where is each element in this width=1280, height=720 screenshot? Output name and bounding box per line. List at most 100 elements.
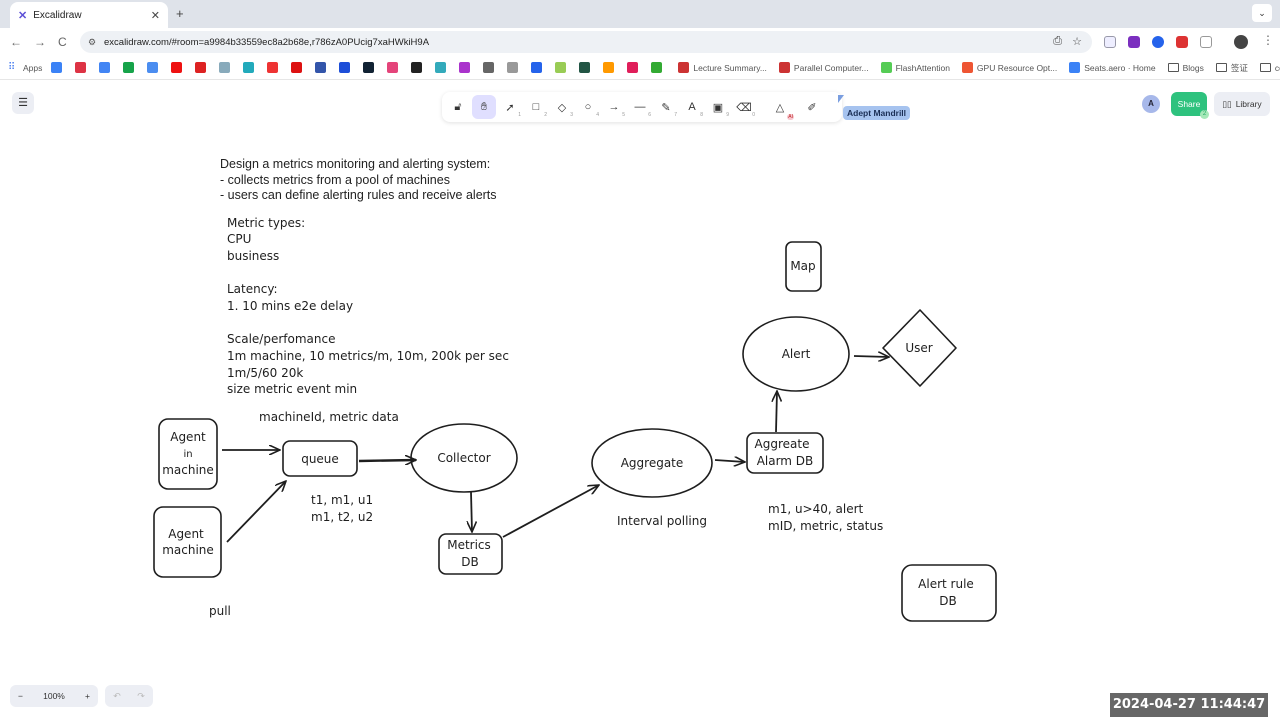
undo-button[interactable]: ↶ bbox=[113, 691, 121, 702]
bookmark-item[interactable]: Blogs bbox=[1167, 63, 1204, 73]
bookmark-item[interactable]: Lecture Summary... bbox=[678, 62, 767, 73]
browser-menu-icon[interactable]: ⋮ bbox=[1262, 33, 1274, 47]
bookmark-item[interactable]: Seats.aero · Home bbox=[1069, 62, 1156, 73]
zoom-out-button[interactable]: − bbox=[18, 691, 23, 701]
aggregate-alarm-db-node[interactable]: Aggreate Alarm DB bbox=[746, 432, 824, 474]
bookmark-item[interactable] bbox=[627, 62, 642, 73]
url-field[interactable]: ⚙ excalidraw.com/#room=a9984b33559ec8a2b… bbox=[80, 31, 1092, 53]
bookmark-item[interactable] bbox=[579, 62, 594, 73]
map-node[interactable]: Map bbox=[785, 241, 822, 292]
url-text: excalidraw.com/#room=a9984b33559ec8a2b68… bbox=[104, 36, 430, 48]
bookmark-item[interactable] bbox=[483, 62, 498, 73]
alarm-data-label[interactable]: m1, u>40, alert bbox=[768, 502, 864, 516]
bookmark-item[interactable] bbox=[603, 62, 618, 73]
pull-label[interactable]: pull bbox=[209, 604, 231, 618]
bookmark-item[interactable] bbox=[291, 62, 306, 73]
redo-button[interactable]: ↷ bbox=[137, 691, 145, 702]
collector-node[interactable]: Collector bbox=[410, 423, 518, 493]
user-node[interactable]: User bbox=[882, 309, 957, 387]
alert-rule-db-node[interactable]: Alert rule DB bbox=[901, 564, 997, 622]
bookmark-item[interactable]: 签证 bbox=[1215, 62, 1248, 74]
tab-search-button[interactable]: ⌄ bbox=[1252, 4, 1272, 22]
bookmark-item[interactable]: FlashAttention bbox=[880, 62, 950, 73]
bookmark-item[interactable] bbox=[315, 62, 330, 73]
aggregate-node[interactable]: Aggregate bbox=[591, 428, 713, 498]
zoom-level[interactable]: 100% bbox=[43, 691, 65, 701]
bookmark-favicon-icon bbox=[99, 62, 111, 73]
zoom-in-button[interactable]: + bbox=[85, 691, 90, 701]
bookmarks-bar: ⠿ Apps Lecture Summary... Parallel Computer… bbox=[0, 56, 1280, 80]
alert-node[interactable]: Alert bbox=[742, 316, 850, 392]
back-button[interactable]: ← bbox=[10, 35, 22, 49]
forward-button[interactable]: → bbox=[34, 35, 46, 49]
queue-node[interactable]: queue bbox=[282, 440, 358, 477]
history-controls: ↶ ↷ bbox=[105, 685, 153, 707]
agent-machine-node[interactable]: Agent machine bbox=[153, 506, 222, 578]
profile-avatar[interactable] bbox=[1234, 35, 1248, 49]
bookmark-item[interactable] bbox=[387, 62, 402, 73]
bookmark-item[interactable]: Parallel Computer... bbox=[778, 62, 869, 73]
extension-icon[interactable] bbox=[1128, 36, 1140, 48]
bookmark-favicon-icon bbox=[51, 62, 63, 73]
new-tab-button[interactable]: + bbox=[176, 6, 184, 21]
alarm-data-label[interactable]: mID, metric, status bbox=[768, 519, 883, 533]
arrow-aggregate-to-alarm-db[interactable] bbox=[714, 460, 745, 462]
arrow-alarm-db-to-alert[interactable] bbox=[776, 391, 777, 433]
bookmark-item[interactable] bbox=[195, 62, 210, 73]
bookmark-item[interactable] bbox=[75, 62, 90, 73]
bookmark-label: Parallel Computer... bbox=[793, 62, 869, 73]
node-label: machine bbox=[162, 543, 214, 557]
extension-icon[interactable] bbox=[1176, 36, 1188, 48]
site-settings-icon[interactable]: ⚙ bbox=[88, 37, 96, 48]
queue-data-label[interactable]: t1, m1, u1 bbox=[311, 493, 373, 507]
browser-tab[interactable]: ✕ Excalidraw ✕ bbox=[10, 2, 168, 28]
bookmark-item[interactable] bbox=[243, 62, 258, 73]
metrics-db-node[interactable]: Metrics DB bbox=[438, 533, 503, 575]
dropbox-extension-icon[interactable] bbox=[1104, 36, 1116, 48]
queue-data-label[interactable]: m1, t2, u2 bbox=[311, 510, 373, 524]
note-line: CPU bbox=[227, 232, 251, 246]
notes-block[interactable]: Metric types: CPU business Latency: 1. 1… bbox=[227, 216, 509, 396]
interval-polling-label[interactable]: Interval polling bbox=[617, 514, 707, 528]
bookmark-item[interactable] bbox=[171, 62, 186, 73]
node-label: Aggregate bbox=[621, 456, 684, 470]
bookmark-favicon-icon bbox=[387, 62, 399, 73]
bookmark-item[interactable] bbox=[267, 62, 282, 73]
arrow-alert-to-user[interactable] bbox=[853, 356, 889, 357]
bookmark-favicon-icon bbox=[195, 62, 207, 73]
bookmark-item[interactable] bbox=[531, 62, 546, 73]
arrow-metrics-db-to-aggregate[interactable] bbox=[502, 485, 599, 538]
close-tab-icon[interactable]: ✕ bbox=[151, 9, 160, 22]
bookmark-item[interactable] bbox=[51, 62, 66, 73]
bookmark-item[interactable] bbox=[459, 62, 474, 73]
bookmark-item[interactable] bbox=[411, 62, 426, 73]
bookmark-item[interactable] bbox=[99, 62, 114, 73]
bookmark-item[interactable] bbox=[363, 62, 378, 73]
bookmark-item[interactable]: ⠿ Apps bbox=[8, 62, 42, 73]
excalidraw-canvas[interactable]: ☰ 🔓︎ ✋︎ ➚ 1 □ 2 ◇ 3 ○ 4 → 5—6 ✎ 7 A 8 ▣ 9 ⌫ 0 △ AI ✐ Adept Man… bbox=[0, 80, 1280, 720]
bookmark-star-icon[interactable]: ☆ bbox=[1072, 35, 1082, 48]
bookmark-item[interactable] bbox=[435, 62, 450, 73]
arrow-queue-to-collector[interactable] bbox=[358, 460, 416, 461]
bookmark-item[interactable]: coin bbox=[1259, 63, 1280, 73]
bookmark-item[interactable] bbox=[651, 62, 666, 73]
extensions-puzzle-icon[interactable] bbox=[1200, 36, 1212, 48]
bookmark-item[interactable]: GPU Resource Opt... bbox=[961, 62, 1057, 73]
agent-in-machine-node[interactable]: Agent in machine bbox=[158, 418, 218, 490]
install-app-icon[interactable]: ⎙ bbox=[1053, 35, 1062, 48]
bookmark-favicon-icon bbox=[243, 62, 255, 73]
machine-data-label[interactable]: machineId, metric data bbox=[259, 410, 399, 424]
bookmark-item[interactable] bbox=[507, 62, 522, 73]
bookmark-item[interactable] bbox=[147, 62, 162, 73]
bookmark-item[interactable] bbox=[555, 62, 570, 73]
apps-grid-icon: ⠿ bbox=[8, 62, 16, 73]
bookmark-item[interactable] bbox=[219, 62, 234, 73]
arrow-collector-to-metrics-db[interactable] bbox=[471, 491, 472, 532]
arrow-agent-machine-to-queue[interactable] bbox=[226, 481, 286, 543]
reload-button[interactable]: C bbox=[58, 35, 67, 49]
extension-icon[interactable] bbox=[1152, 36, 1164, 48]
bookmark-item[interactable] bbox=[339, 62, 354, 73]
node-label: machine bbox=[162, 463, 214, 477]
bookmark-favicon-icon bbox=[363, 62, 375, 73]
bookmark-item[interactable] bbox=[123, 62, 138, 73]
